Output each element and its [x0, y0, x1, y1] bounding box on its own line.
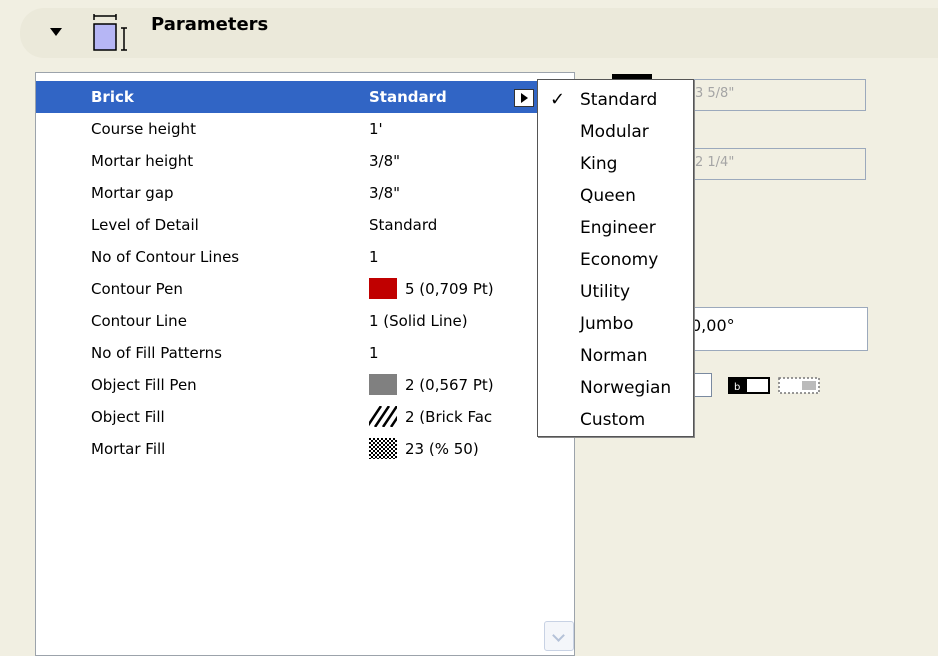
- param-row-brick[interactable]: Brick Standard: [36, 81, 574, 113]
- param-value: 1 (Solid Line): [369, 312, 468, 330]
- chevron-down-icon: [552, 629, 565, 642]
- param-name: Mortar gap: [91, 184, 174, 202]
- param-name: Mortar Fill: [91, 440, 166, 458]
- param-value: 5 (0,709 Pt): [405, 280, 494, 298]
- param-row-mortar-fill[interactable]: Mortar Fill 23 (% 50): [36, 433, 574, 465]
- width-field[interactable]: 3 5/8": [686, 79, 866, 111]
- param-name: Brick: [91, 88, 134, 106]
- dropdown-item-norwegian[interactable]: Norwegian: [538, 372, 693, 404]
- param-value: 3/8": [369, 184, 401, 202]
- param-value: 2 (0,567 Pt): [405, 376, 494, 394]
- dropdown-item-label: Utility: [580, 282, 631, 302]
- dropdown-item-modular[interactable]: Modular: [538, 116, 693, 148]
- param-row-mortar-gap[interactable]: Mortar gap 3/8": [36, 177, 574, 209]
- param-name: Object Fill Pen: [91, 376, 197, 394]
- param-name: Contour Pen: [91, 280, 183, 298]
- param-value: 2 (Brick Fac: [405, 408, 493, 426]
- brick-type-dropdown[interactable]: ✓ Standard Modular King Queen Engineer E…: [537, 79, 694, 437]
- param-value-wrap: 23 (% 50): [369, 438, 509, 459]
- dropdown-item-label: Custom: [580, 410, 646, 430]
- dropdown-item-norman[interactable]: Norman: [538, 340, 693, 372]
- param-name: Mortar height: [91, 152, 194, 170]
- angle-field[interactable]: 0,00°: [682, 307, 868, 351]
- param-row-level-of-detail[interactable]: Level of Detail Standard: [36, 209, 574, 241]
- pen-color-swatch: [369, 278, 397, 299]
- pen-color-swatch: [369, 374, 397, 395]
- param-value: 1: [369, 248, 379, 266]
- dropdown-item-custom[interactable]: Custom: [538, 404, 693, 436]
- scroll-down-button[interactable]: [544, 621, 574, 651]
- param-row-contour-pen[interactable]: Contour Pen 5 (0,709 Pt): [36, 273, 574, 305]
- param-value: 1': [369, 120, 383, 138]
- param-value: 1: [369, 344, 379, 362]
- param-name: No of Fill Patterns: [91, 344, 222, 362]
- dropdown-item-label: Standard: [580, 90, 658, 110]
- param-row-object-fill-pen[interactable]: Object Fill Pen 2 (0,567 Pt): [36, 369, 574, 401]
- param-row-mortar-height[interactable]: Mortar height 3/8": [36, 145, 574, 177]
- dropdown-item-label: King: [580, 154, 618, 174]
- section-title: Parameters: [151, 14, 269, 35]
- width-field-value: 3 5/8": [695, 86, 735, 101]
- param-row-course-height[interactable]: Course height 1': [36, 113, 574, 145]
- svg-text:b: b: [734, 382, 740, 393]
- dropdown-item-label: Queen: [580, 186, 636, 206]
- dropdown-item-label: Economy: [580, 250, 659, 270]
- dropdown-item-label: Norwegian: [580, 378, 672, 398]
- dropdown-item-label: Engineer: [580, 218, 656, 238]
- mirror-checkbox[interactable]: [694, 373, 712, 397]
- checkmark-icon: ✓: [550, 89, 566, 110]
- param-value: Standard: [369, 216, 438, 234]
- dropdown-item-king[interactable]: King: [538, 148, 693, 180]
- param-value: 23 (% 50): [405, 440, 479, 458]
- dropdown-item-utility[interactable]: Utility: [538, 276, 693, 308]
- param-value-wrap: 2 (0,567 Pt): [369, 374, 509, 395]
- dropdown-item-economy[interactable]: Economy: [538, 244, 693, 276]
- param-row-object-fill[interactable]: Object Fill 2 (Brick Fac: [36, 401, 574, 433]
- param-name: Level of Detail: [91, 216, 199, 234]
- dropdown-item-label: Norman: [580, 346, 648, 366]
- dropdown-item-engineer[interactable]: Engineer: [538, 212, 693, 244]
- checker-pattern-icon: [369, 438, 397, 459]
- param-row-fill-patterns[interactable]: No of Fill Patterns 1: [36, 337, 574, 369]
- collapse-triangle-icon[interactable]: [50, 28, 62, 36]
- dropdown-item-jumbo[interactable]: Jumbo: [538, 308, 693, 340]
- param-value-wrap: 5 (0,709 Pt): [369, 278, 509, 299]
- arrow-right-icon: [521, 93, 528, 103]
- param-value-wrap: 2 (Brick Fac: [369, 406, 509, 427]
- dropdown-arrow-button[interactable]: [514, 89, 534, 107]
- param-value: Standard: [369, 88, 447, 106]
- mirror-preview-icon[interactable]: [778, 377, 822, 395]
- param-row-contour-lines[interactable]: No of Contour Lines 1: [36, 241, 574, 273]
- mirror-icon[interactable]: b: [728, 377, 772, 395]
- dropdown-item-standard[interactable]: ✓ Standard: [538, 84, 693, 116]
- parameters-icon: [93, 14, 127, 51]
- dropdown-item-queen[interactable]: Queen: [538, 180, 693, 212]
- param-value: 3/8": [369, 152, 401, 170]
- dropdown-item-label: Jumbo: [580, 314, 634, 334]
- height-field-value: 2 1/4": [695, 155, 735, 170]
- angle-field-value: 0,00°: [691, 316, 735, 335]
- param-row-contour-line[interactable]: Contour Line 1 (Solid Line): [36, 305, 574, 337]
- height-field[interactable]: 2 1/4": [686, 148, 866, 180]
- hatch-pattern-icon: [369, 406, 397, 427]
- dropdown-item-label: Modular: [580, 122, 649, 142]
- parameter-list[interactable]: Brick Standard Course height 1' Mortar h…: [35, 72, 575, 656]
- param-name: Course height: [91, 120, 196, 138]
- param-name: Object Fill: [91, 408, 165, 426]
- param-name: Contour Line: [91, 312, 187, 330]
- param-name: No of Contour Lines: [91, 248, 240, 266]
